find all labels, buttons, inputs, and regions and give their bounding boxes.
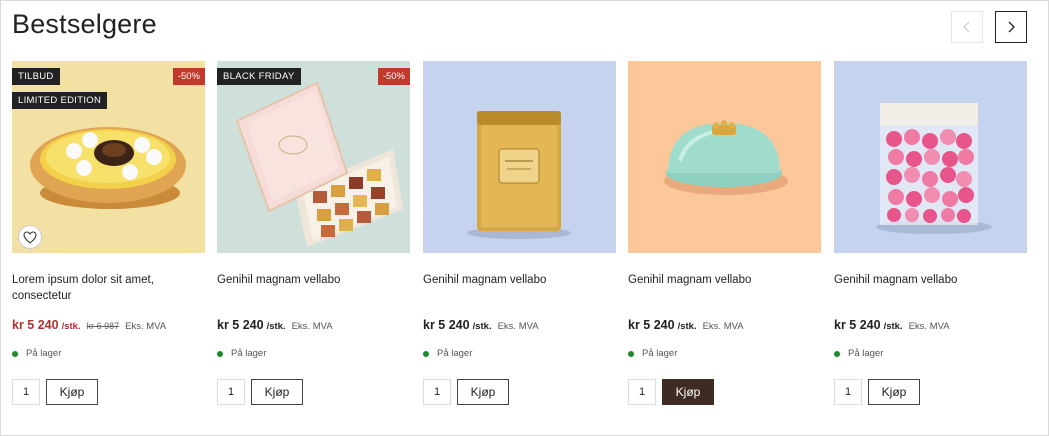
product-name[interactable]: Genihil magnam vellabo bbox=[217, 272, 410, 288]
carousel-prev-button[interactable] bbox=[951, 11, 983, 43]
price: kr 5 240 bbox=[217, 318, 264, 332]
price: kr 5 240 bbox=[12, 318, 59, 332]
vat-label: Eks. MVA bbox=[497, 321, 539, 332]
old-price: kr 6 987 bbox=[86, 321, 120, 331]
product-image[interactable]: TILBUD LIMITED EDITION -50% bbox=[12, 61, 205, 253]
stock-status: På lager bbox=[423, 348, 472, 359]
candy-jar-icon bbox=[876, 103, 992, 234]
in-stock-dot-icon bbox=[12, 350, 18, 357]
stock-status: På lager bbox=[217, 348, 266, 359]
stock-label: På lager bbox=[642, 348, 678, 359]
stock-label: På lager bbox=[848, 348, 884, 359]
chevron-left-icon bbox=[963, 21, 970, 33]
tea-tin-icon bbox=[467, 111, 571, 239]
badge-black-friday: BLACK FRIDAY bbox=[217, 68, 301, 85]
product-card[interactable]: Genihil magnam vellabo kr 5 240 /stk. Ek… bbox=[628, 61, 821, 405]
price-row: kr 5 240 /stk. kr 6 987 Eks. MVA bbox=[12, 318, 166, 332]
product-name[interactable]: Genihil magnam vellabo bbox=[423, 272, 616, 288]
buy-button[interactable]: Kjøp bbox=[251, 379, 303, 405]
quantity-input[interactable] bbox=[423, 379, 451, 405]
price-unit: /stk. bbox=[266, 321, 286, 332]
in-stock-dot-icon bbox=[217, 350, 223, 357]
carousel-next-button[interactable] bbox=[995, 11, 1027, 43]
stock-status: På lager bbox=[834, 348, 883, 359]
tart-icon bbox=[30, 127, 186, 209]
buy-button[interactable]: Kjøp bbox=[868, 379, 920, 405]
product-image[interactable] bbox=[423, 61, 616, 253]
product-card[interactable]: Genihil magnam vellabo kr 5 240 /stk. Ek… bbox=[423, 61, 616, 405]
product-image[interactable]: BLACK FRIDAY -50% bbox=[217, 61, 410, 253]
in-stock-dot-icon bbox=[834, 350, 840, 357]
badge-tilbud: TILBUD bbox=[12, 68, 60, 85]
vat-label: Eks. MVA bbox=[908, 321, 950, 332]
vat-label: Eks. MVA bbox=[702, 321, 744, 332]
product-name[interactable]: Genihil magnam vellabo bbox=[834, 272, 1027, 288]
price: kr 5 240 bbox=[834, 318, 881, 332]
buy-button[interactable]: Kjøp bbox=[46, 379, 98, 405]
discount-badge: -50% bbox=[172, 68, 205, 85]
price-row: kr 5 240 /stk. Eks. MVA bbox=[423, 318, 539, 332]
quantity-input[interactable] bbox=[628, 379, 656, 405]
vat-label: Eks. MVA bbox=[125, 321, 167, 332]
stock-status: På lager bbox=[628, 348, 677, 359]
chevron-right-icon bbox=[1008, 21, 1015, 33]
favorite-button[interactable] bbox=[18, 225, 42, 249]
badge-limited-edition: LIMITED EDITION bbox=[12, 92, 108, 109]
price-unit: /stk. bbox=[677, 321, 697, 332]
quantity-input[interactable] bbox=[12, 379, 40, 405]
bestsellers-section: Bestselgere TILBUD LIMITED EDITION -50% … bbox=[0, 0, 1049, 436]
price-row: kr 5 240 /stk. Eks. MVA bbox=[217, 318, 333, 332]
price-row: kr 5 240 /stk. Eks. MVA bbox=[628, 318, 744, 332]
buy-button[interactable]: Kjøp bbox=[457, 379, 509, 405]
product-name[interactable]: Lorem ipsum dolor sit amet, consectetur bbox=[12, 272, 205, 304]
price-unit: /stk. bbox=[472, 321, 492, 332]
vat-label: Eks. MVA bbox=[291, 321, 333, 332]
product-name[interactable]: Genihil magnam vellabo bbox=[628, 272, 821, 288]
quantity-input[interactable] bbox=[834, 379, 862, 405]
product-card[interactable]: TILBUD LIMITED EDITION -50% Lorem ipsum … bbox=[12, 61, 205, 405]
in-stock-dot-icon bbox=[423, 350, 429, 357]
dome-box-icon bbox=[664, 120, 788, 195]
in-stock-dot-icon bbox=[628, 350, 634, 357]
price-unit: /stk. bbox=[61, 321, 81, 332]
product-card[interactable]: Genihil magnam vellabo kr 5 240 /stk. Ek… bbox=[834, 61, 1027, 405]
stock-label: På lager bbox=[437, 348, 473, 359]
price: kr 5 240 bbox=[423, 318, 470, 332]
heart-icon bbox=[23, 230, 37, 244]
section-title: Bestselgere bbox=[12, 9, 157, 39]
product-image[interactable] bbox=[834, 61, 1027, 253]
product-image[interactable] bbox=[628, 61, 821, 253]
product-card[interactable]: BLACK FRIDAY -50% Genihil magnam vellabo… bbox=[217, 61, 410, 405]
discount-badge: -50% bbox=[377, 68, 410, 85]
stock-label: På lager bbox=[231, 348, 267, 359]
stock-status: På lager bbox=[12, 348, 61, 359]
quantity-input[interactable] bbox=[217, 379, 245, 405]
buy-button[interactable]: Kjøp bbox=[662, 379, 714, 405]
price-unit: /stk. bbox=[883, 321, 903, 332]
stock-label: På lager bbox=[26, 348, 62, 359]
price: kr 5 240 bbox=[628, 318, 675, 332]
price-row: kr 5 240 /stk. Eks. MVA bbox=[834, 318, 950, 332]
chocolate-box-icon bbox=[235, 81, 403, 247]
